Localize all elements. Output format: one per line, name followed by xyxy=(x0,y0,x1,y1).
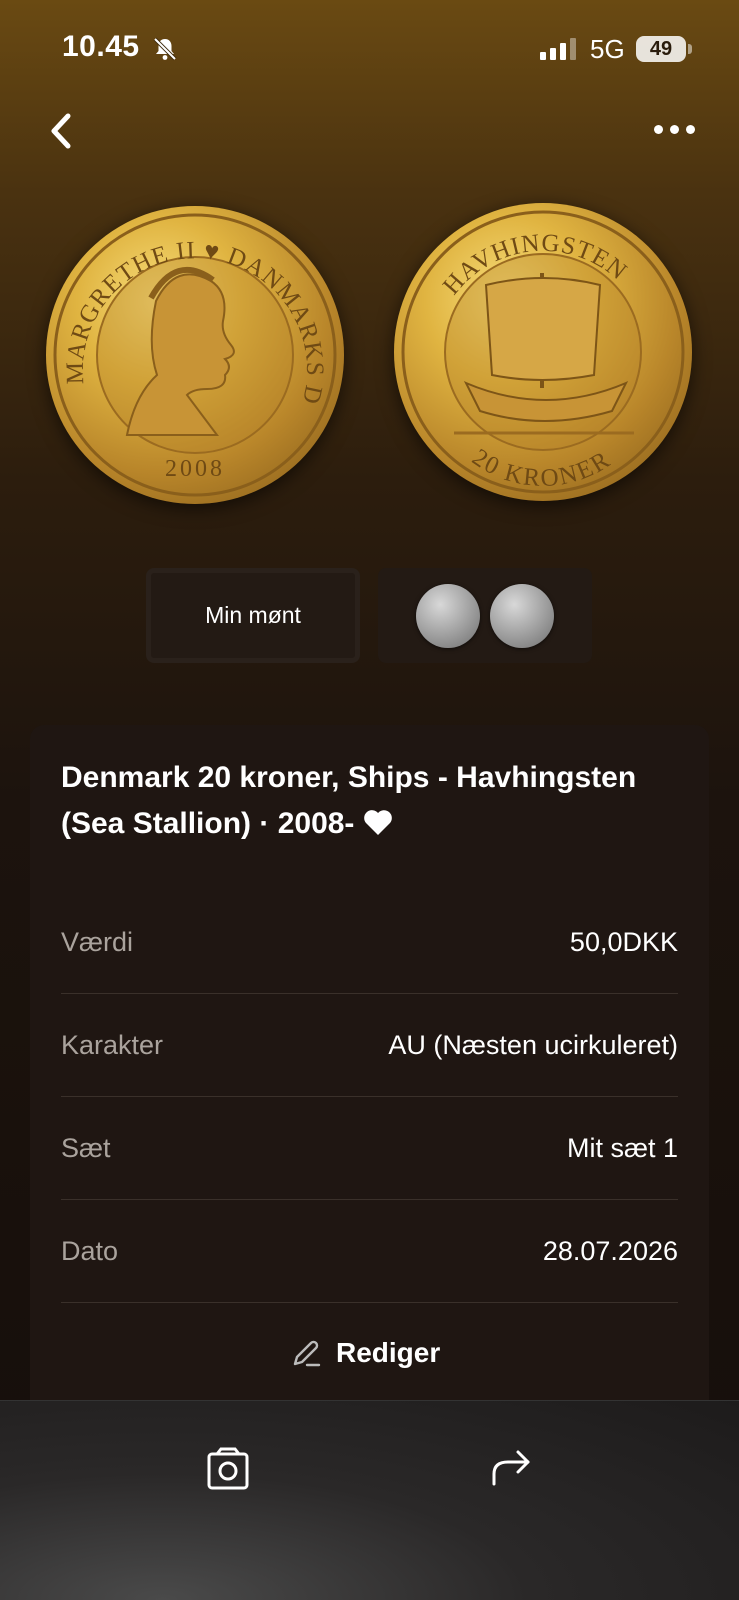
detail-label: Dato xyxy=(61,1235,119,1266)
bell-off-icon xyxy=(153,37,177,61)
tab-min-moent-label: Min mønt xyxy=(205,602,301,628)
coin-reverse-denomination: 20 KRONER xyxy=(467,444,614,492)
detail-row-grade: Karakter AU (Næsten ucirkuleret) xyxy=(61,994,678,1097)
detail-value: Mit sæt 1 xyxy=(566,1132,678,1163)
battery-indicator: 49 xyxy=(636,36,686,62)
detail-label: Værdi xyxy=(61,926,134,957)
svg-text:20 KRONER: 20 KRONER xyxy=(467,444,616,492)
bottom-toolbar xyxy=(0,1400,739,1600)
coin-obverse-image[interactable]: MARGRETHE II ♥ DANMARKS DRONNING 2008 xyxy=(46,206,344,504)
pencil-icon xyxy=(293,1340,321,1367)
status-bar: 10.45 5G 49 xyxy=(0,0,739,100)
detail-value: AU (Næsten ucirkuleret) xyxy=(388,1029,678,1060)
signal-icon xyxy=(540,38,576,60)
detail-label: Karakter xyxy=(61,1029,164,1060)
tab-min-moent[interactable]: Min mønt xyxy=(146,568,360,663)
coin-obverse-year: 2008 xyxy=(165,456,225,482)
edit-button-label: Rediger xyxy=(336,1337,441,1368)
detail-value: 28.07.2026 xyxy=(542,1235,678,1266)
battery-tip xyxy=(688,44,692,54)
detail-label: Sæt xyxy=(61,1132,111,1163)
detail-value: 50,0DKK xyxy=(569,926,678,957)
network-type: 5G xyxy=(590,34,625,64)
back-icon[interactable] xyxy=(40,108,86,154)
heart-icon[interactable] xyxy=(363,809,393,836)
share-icon[interactable] xyxy=(486,1444,536,1494)
photo-icon[interactable] xyxy=(203,1444,253,1494)
detail-row-value: Værdi 50,0DKK xyxy=(61,891,678,994)
reference-reverse-thumbnail xyxy=(490,583,554,648)
status-time: 10.45 xyxy=(62,30,140,63)
coin-title-text: Denmark 20 kroner, Ships - Havhingsten (… xyxy=(61,761,637,840)
battery-level: 49 xyxy=(649,37,673,60)
coin-details-card: Denmark 20 kroner, Ships - Havhingsten (… xyxy=(30,725,709,1415)
coin-title: Denmark 20 kroner, Ships - Havhingsten (… xyxy=(61,755,681,847)
more-icon[interactable] xyxy=(654,114,700,144)
tab-reference-photos[interactable] xyxy=(378,568,592,663)
edit-button[interactable]: Rediger xyxy=(290,1323,440,1383)
detail-row-set: Sæt Mit sæt 1 xyxy=(61,1097,678,1200)
detail-row-date: Dato 28.07.2026 xyxy=(61,1200,678,1303)
coin-reverse-image[interactable]: HAVHINGSTEN 20 KRONER xyxy=(394,203,692,501)
reference-obverse-thumbnail xyxy=(416,583,480,648)
